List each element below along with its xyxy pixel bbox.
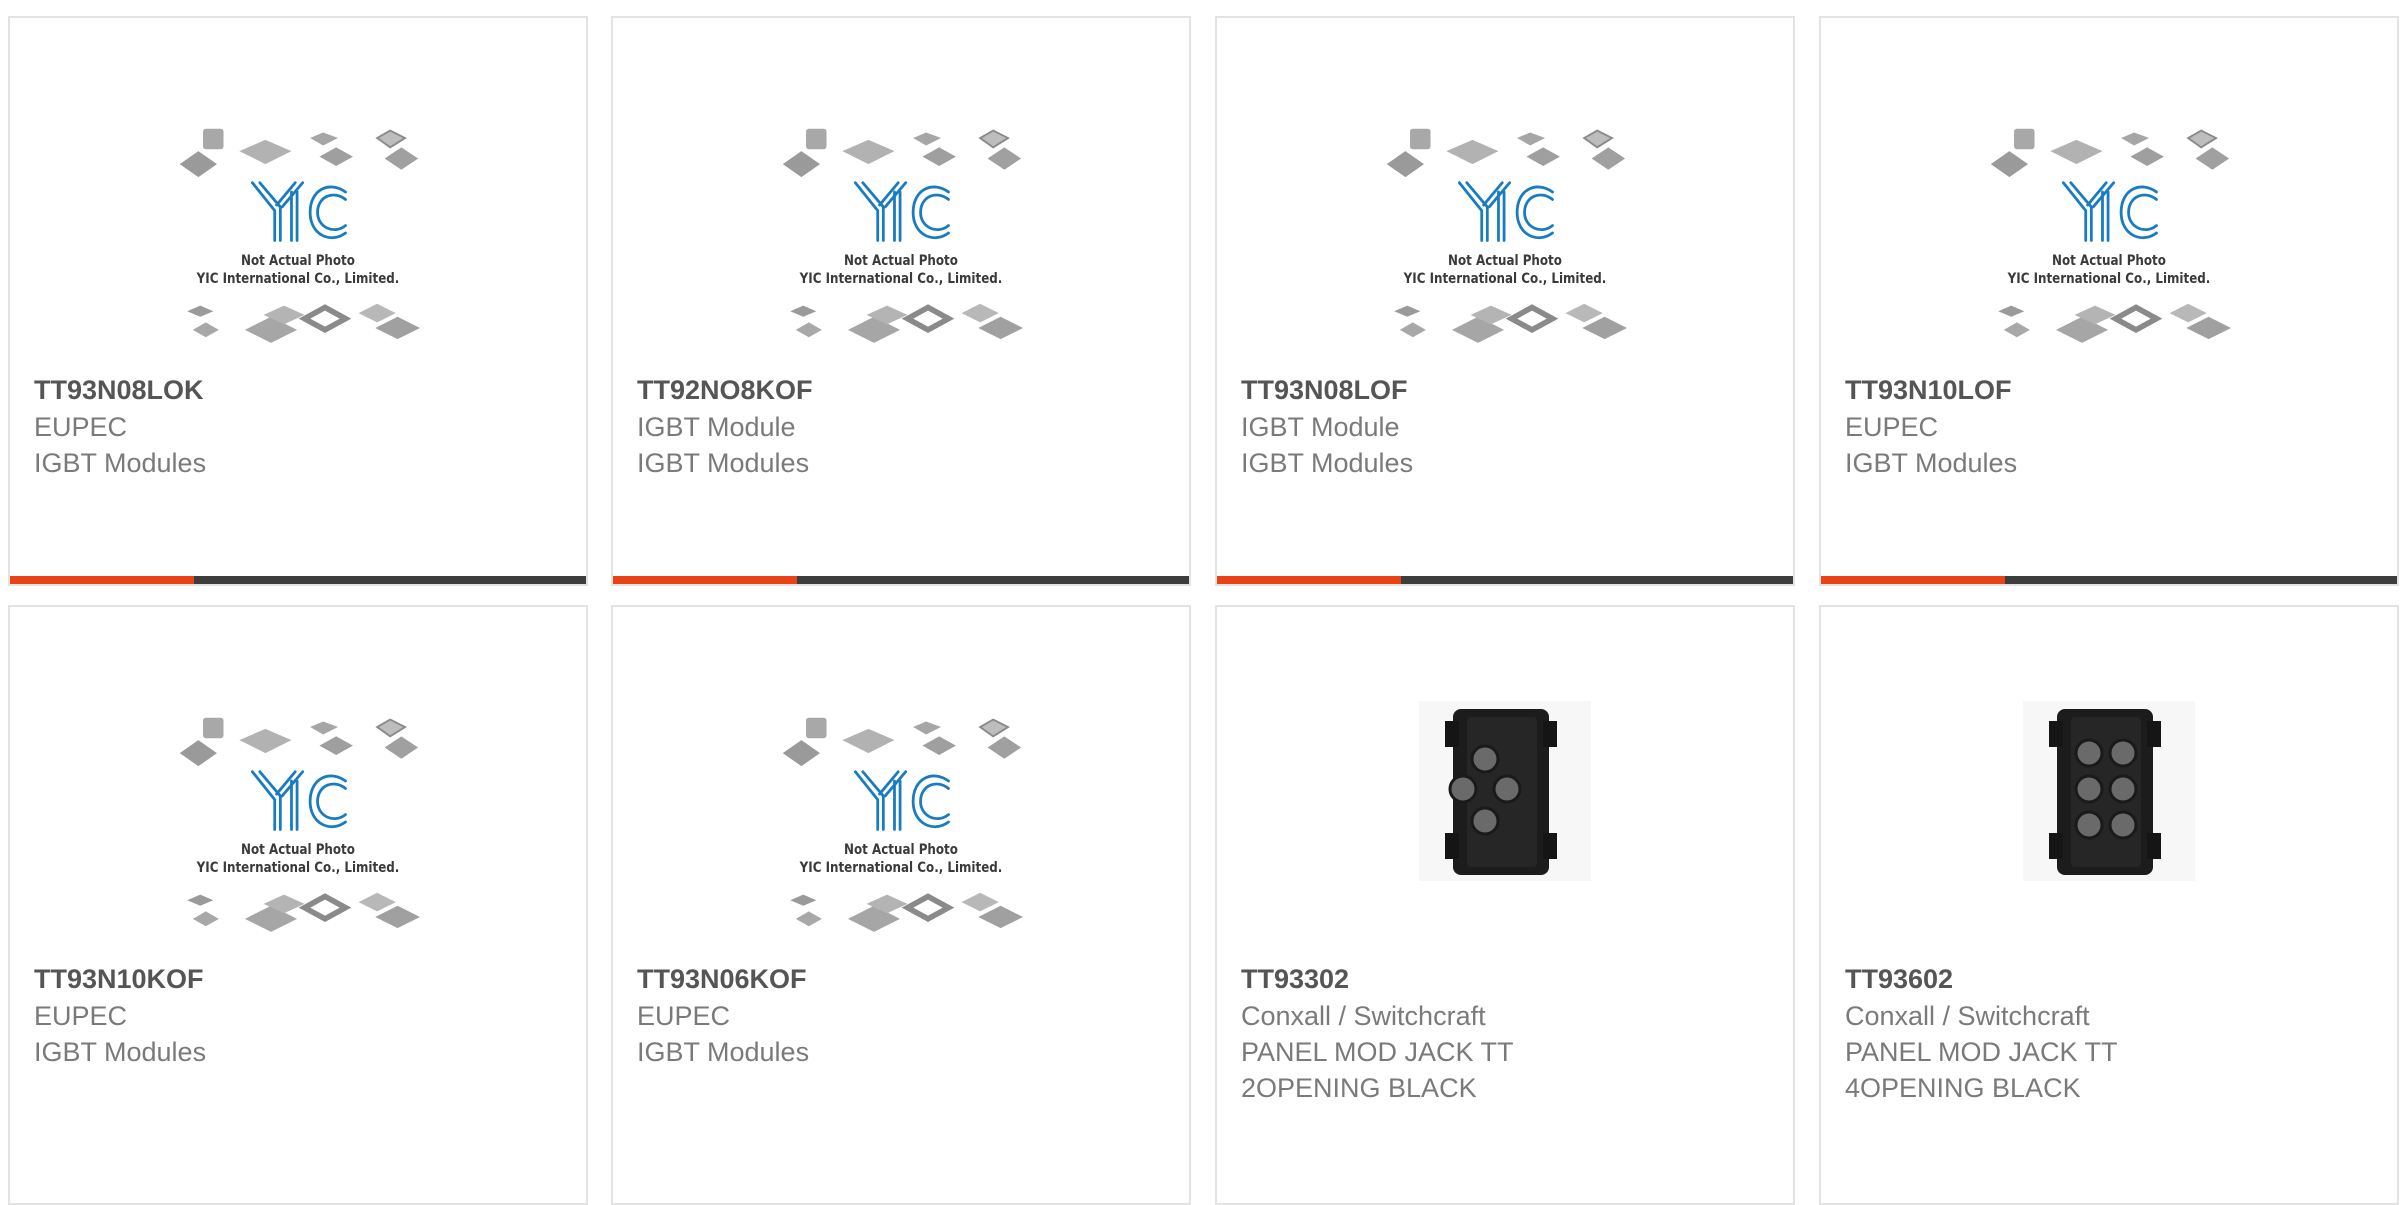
chip-illustration-icon — [179, 128, 420, 343]
product-detail-line: IGBT Modules — [1845, 448, 2018, 478]
placeholder-caption: Not Actual Photo — [241, 253, 355, 269]
product-card[interactable]: Not Actual Photo YIC International Co., … — [611, 605, 1191, 1205]
product-image[interactable]: Not Actual Photo YIC International Co., … — [613, 98, 1189, 368]
product-card[interactable]: Not Actual Photo YIC International Co., … — [1819, 16, 2399, 586]
product-info: TT93602 Conxall / Switchcraft PANEL MOD J… — [1845, 961, 2381, 1106]
product-image[interactable]: Not Actual Photo YIC International Co., … — [613, 687, 1189, 957]
product-detail-line: IGBT Modules — [637, 1037, 810, 1067]
part-number-link[interactable]: TT93302 — [1241, 961, 1777, 998]
product-info: TT93N08LOK EUPEC IGBT Modules — [34, 372, 570, 481]
placeholder-image: Not Actual Photo YIC International Co., … — [766, 687, 1036, 957]
card-accent-bar — [1217, 576, 1793, 584]
chip-illustration-icon — [782, 128, 1023, 343]
product-info: TT93N06KOF EUPEC IGBT Modules — [637, 961, 1173, 1070]
product-detail-line: 2OPENING BLACK — [1241, 1073, 1477, 1103]
part-number-link[interactable]: TT93N08LOK — [34, 372, 570, 409]
placeholder-company: YIC International Co., Limited. — [196, 271, 400, 287]
placeholder-caption: Not Actual Photo — [844, 842, 958, 858]
product-info: TT93N10LOF EUPEC IGBT Modules — [1845, 372, 2381, 481]
part-number-link[interactable]: TT93N10KOF — [34, 961, 570, 998]
placeholder-company: YIC International Co., Limited. — [2007, 271, 2211, 287]
chip-illustration-icon — [1990, 128, 2231, 343]
part-number-link[interactable]: TT93N10LOF — [1845, 372, 2381, 409]
placeholder-caption: Not Actual Photo — [241, 842, 355, 858]
chip-illustration-icon — [1386, 128, 1627, 343]
placeholder-caption: Not Actual Photo — [844, 253, 958, 269]
part-number-link[interactable]: TT92NO8KOF — [637, 372, 1173, 409]
placeholder-caption: Not Actual Photo — [2052, 253, 2166, 269]
product-image[interactable] — [1821, 687, 2397, 957]
product-detail-line: EUPEC — [34, 1001, 128, 1031]
part-number-link[interactable]: TT93602 — [1845, 961, 2381, 998]
product-image[interactable]: Not Actual Photo YIC International Co., … — [1217, 98, 1793, 368]
card-accent-segment — [1217, 576, 1402, 584]
product-card[interactable]: Not Actual Photo YIC International Co., … — [8, 16, 588, 586]
product-detail-line: EUPEC — [34, 412, 128, 442]
product-card[interactable]: Not Actual Photo YIC International Co., … — [1215, 16, 1795, 586]
placeholder-image: Not Actual Photo YIC International Co., … — [766, 98, 1036, 368]
product-info: TT93N10KOF EUPEC IGBT Modules — [34, 961, 570, 1070]
product-detail-line: IGBT Modules — [34, 448, 207, 478]
product-detail-line: IGBT Modules — [1241, 448, 1414, 478]
product-image[interactable]: Not Actual Photo YIC International Co., … — [1821, 98, 2397, 368]
placeholder-image: Not Actual Photo YIC International Co., … — [163, 687, 433, 957]
product-detail-line: IGBT Modules — [34, 1037, 207, 1067]
product-card[interactable]: Not Actual Photo YIC International Co., … — [8, 605, 588, 1205]
product-detail-line: Conxall / Switchcraft — [1845, 1001, 2090, 1031]
panel-jack-icon — [2023, 701, 2195, 881]
card-accent-segment — [1821, 576, 2006, 584]
part-number-link[interactable]: TT93N06KOF — [637, 961, 1173, 998]
product-info: TT93N08LOF IGBT Module IGBT Modules — [1241, 372, 1777, 481]
product-detail-line: IGBT Module — [637, 412, 796, 442]
placeholder-company: YIC International Co., Limited. — [1403, 271, 1607, 287]
product-detail-line: 4OPENING BLACK — [1845, 1073, 2081, 1103]
panel-jack-icon — [1419, 701, 1591, 881]
placeholder-company: YIC International Co., Limited. — [799, 271, 1003, 287]
product-detail-line: PANEL MOD JACK TT — [1845, 1037, 2118, 1067]
product-detail-line: EUPEC — [637, 1001, 731, 1031]
placeholder-company: YIC International Co., Limited. — [196, 860, 400, 876]
product-card[interactable]: TT93302 Conxall / Switchcraft PANEL MOD J… — [1215, 605, 1795, 1205]
placeholder-image: Not Actual Photo YIC International Co., … — [163, 98, 433, 368]
product-image[interactable] — [1217, 687, 1793, 957]
product-card[interactable]: Not Actual Photo YIC International Co., … — [611, 16, 1191, 586]
placeholder-company: YIC International Co., Limited. — [799, 860, 1003, 876]
product-image[interactable]: Not Actual Photo YIC International Co., … — [10, 98, 586, 368]
placeholder-caption: Not Actual Photo — [1448, 253, 1562, 269]
card-accent-segment — [10, 576, 195, 584]
product-image[interactable]: Not Actual Photo YIC International Co., … — [10, 687, 586, 957]
chip-illustration-icon — [782, 717, 1023, 932]
product-card[interactable]: TT93602 Conxall / Switchcraft PANEL MOD J… — [1819, 605, 2399, 1205]
card-accent-segment — [613, 576, 798, 584]
product-info: TT92NO8KOF IGBT Module IGBT Modules — [637, 372, 1173, 481]
chip-illustration-icon — [179, 717, 420, 932]
product-grid: Not Actual Photo YIC International Co., … — [0, 0, 2400, 1205]
product-detail-line: IGBT Modules — [637, 448, 810, 478]
product-detail-line: Conxall / Switchcraft — [1241, 1001, 1486, 1031]
product-detail-line: IGBT Module — [1241, 412, 1400, 442]
card-accent-bar — [1821, 576, 2397, 584]
product-detail-line: EUPEC — [1845, 412, 1939, 442]
placeholder-image: Not Actual Photo YIC International Co., … — [1370, 98, 1640, 368]
product-detail-line: PANEL MOD JACK TT — [1241, 1037, 1514, 1067]
placeholder-image: Not Actual Photo YIC International Co., … — [1974, 98, 2244, 368]
product-info: TT93302 Conxall / Switchcraft PANEL MOD J… — [1241, 961, 1777, 1106]
part-number-link[interactable]: TT93N08LOF — [1241, 372, 1777, 409]
card-accent-bar — [10, 576, 586, 584]
card-accent-bar — [613, 576, 1189, 584]
